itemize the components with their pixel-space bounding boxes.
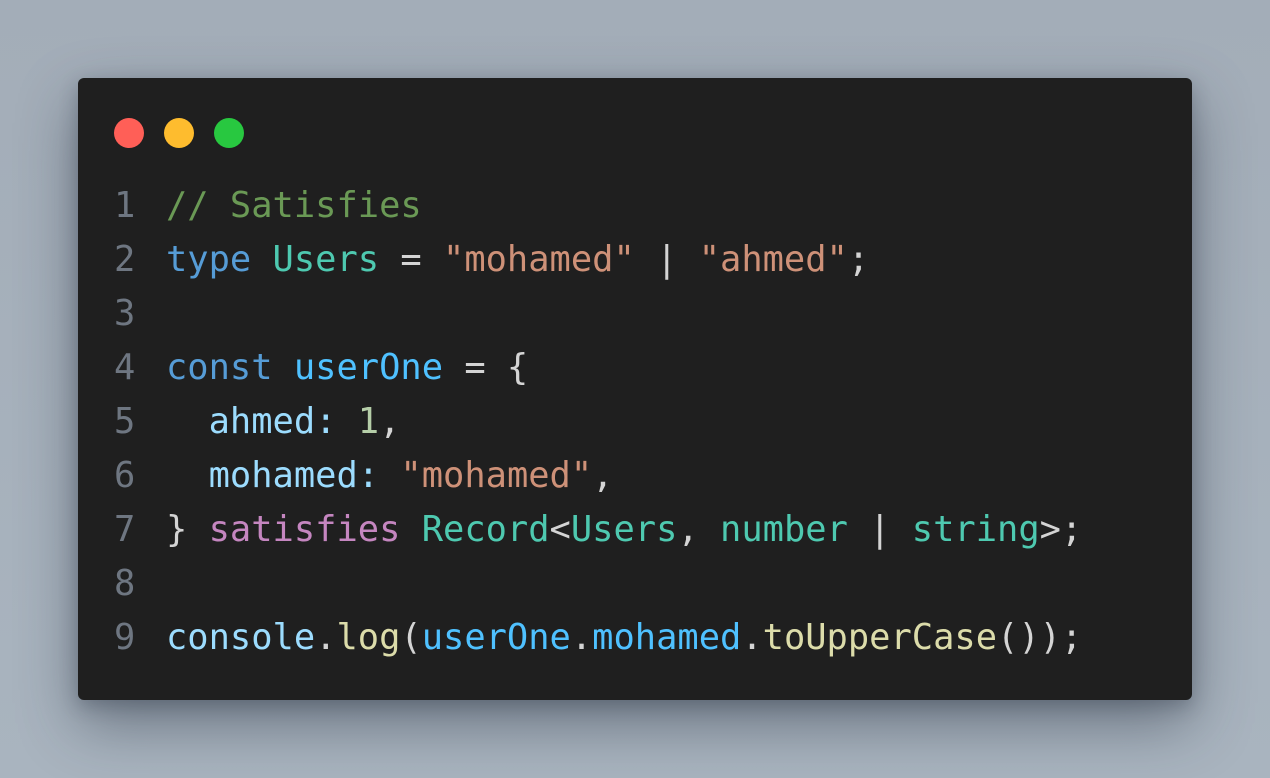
line-source: type Users = "mohamed" | "ahmed";	[166, 233, 869, 287]
code-line: 1 // Satisfies	[114, 179, 1172, 233]
code-token: const	[166, 347, 273, 388]
line-number: 4	[114, 347, 136, 388]
code-token: ,	[677, 509, 721, 550]
code-token: ());	[997, 617, 1083, 658]
close-window-button[interactable]	[114, 118, 144, 148]
code-token: string	[911, 509, 1040, 550]
code-token: ,	[592, 455, 614, 496]
line-number: 9	[114, 617, 136, 658]
code-token: userOne	[421, 617, 571, 658]
code-token: ,	[379, 401, 401, 442]
code-token: = {	[443, 347, 529, 388]
code-line: 5 ahmed: 1,	[114, 395, 1172, 449]
window-controls	[114, 118, 244, 148]
code-token: |	[634, 239, 699, 280]
code-token: mohamed	[208, 455, 358, 496]
line-source: mohamed: "mohamed",	[166, 449, 614, 503]
code-token: <	[549, 509, 571, 550]
line-number: 3	[114, 293, 136, 334]
code-token: satisfies	[208, 509, 401, 550]
code-token: :	[315, 401, 358, 442]
code-window: 1 // Satisfies 2 type Users = "mohamed" | "…	[78, 78, 1192, 700]
code-line: 9 console.log(userOne.mohamed.toUpperCase…	[114, 611, 1172, 665]
code-token: "mohamed"	[443, 239, 635, 280]
code-token: |	[847, 509, 912, 550]
code-token: ahmed	[208, 401, 316, 442]
line-number: 8	[114, 563, 136, 604]
code-editor: 1 // Satisfies 2 type Users = "mohamed" | "…	[114, 179, 1172, 665]
line-source: } satisfies Record<Users, number | strin…	[166, 503, 1082, 557]
code-token: Users	[570, 509, 678, 550]
line-number: 5	[114, 401, 136, 442]
line-source: const userOne = {	[166, 341, 528, 395]
maximize-window-button[interactable]	[214, 118, 244, 148]
code-token: (	[400, 617, 422, 658]
code-token: :	[357, 455, 401, 496]
code-token: .	[570, 617, 593, 658]
code-token: ;	[847, 239, 870, 280]
code-token: userOne	[293, 347, 444, 388]
code-token: .	[315, 617, 337, 658]
code-token: >;	[1039, 509, 1083, 550]
line-number: 1	[114, 185, 136, 226]
code-token: console	[166, 617, 316, 658]
minimize-window-button[interactable]	[164, 118, 194, 148]
code-token: // Satisfies	[166, 185, 422, 226]
code-token: toUpperCase	[762, 617, 998, 658]
code-token: }	[166, 509, 209, 550]
code-line: 7} satisfies Record<Users, number | stri…	[114, 503, 1172, 557]
code-line: 8	[114, 557, 1172, 611]
code-token: .	[741, 617, 763, 658]
code-token: log	[336, 617, 401, 658]
line-source: console.log(userOne.mohamed.toUpperCase(…	[166, 611, 1082, 665]
code-token: "ahmed"	[698, 239, 848, 280]
code-token: number	[720, 509, 848, 550]
line-number: 7	[114, 509, 136, 550]
code-line: 6 mohamed: "mohamed",	[114, 449, 1172, 503]
code-token: "mohamed"	[400, 455, 593, 496]
line-source: // Satisfies	[166, 179, 422, 233]
code-line: 4 const userOne = {	[114, 341, 1172, 395]
code-token: Record	[421, 509, 550, 550]
code-token: Users	[272, 239, 380, 280]
code-token: type	[166, 239, 252, 280]
code-token: =	[379, 239, 444, 280]
code-token: 1	[357, 401, 380, 442]
line-number: 2	[114, 239, 136, 280]
code-token: mohamed	[592, 617, 742, 658]
code-line: 3	[114, 287, 1172, 341]
line-source: ahmed: 1,	[166, 395, 401, 449]
line-number: 6	[114, 455, 136, 496]
code-line: 2 type Users = "mohamed" | "ahmed";	[114, 233, 1172, 287]
